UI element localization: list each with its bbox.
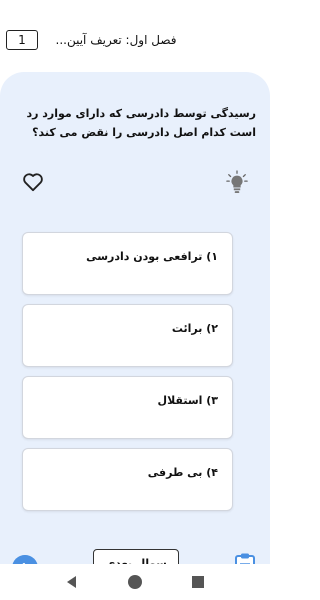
answer-option-label: ۱) ترافعی بودن دادرسی xyxy=(86,250,218,263)
question-text: رسیدگی توسط دادرسی که دارای موارد رد است… xyxy=(26,107,256,139)
nav-back-icon[interactable] xyxy=(62,572,82,592)
answer-option-label: ۴) بی طرفی xyxy=(147,466,218,479)
heart-icon[interactable] xyxy=(22,172,44,192)
nav-recents-icon[interactable] xyxy=(188,572,208,592)
question-counter: 1 xyxy=(6,30,38,50)
answer-option-1[interactable]: ۱) ترافعی بودن دادرسی xyxy=(22,232,233,295)
answer-option-4[interactable]: ۴) بی طرفی xyxy=(22,448,233,511)
answer-option-label: ۳) استقلال xyxy=(157,394,218,407)
nav-home-icon[interactable] xyxy=(125,572,145,592)
question-panel: رسیدگی توسط دادرسی که دارای موارد رد است… xyxy=(0,72,270,581)
lightbulb-icon[interactable] xyxy=(226,170,248,194)
answer-option-label: ۲) برائت xyxy=(171,322,218,335)
system-navigation-bar xyxy=(0,564,270,600)
chapter-title: فصل اول: تعریف آیین... xyxy=(55,33,177,47)
answer-option-2[interactable]: ۲) برائت xyxy=(22,304,233,367)
answer-option-3[interactable]: ۳) استقلال xyxy=(22,376,233,439)
top-bar: 1 فصل اول: تعریف آیین... xyxy=(0,0,270,72)
